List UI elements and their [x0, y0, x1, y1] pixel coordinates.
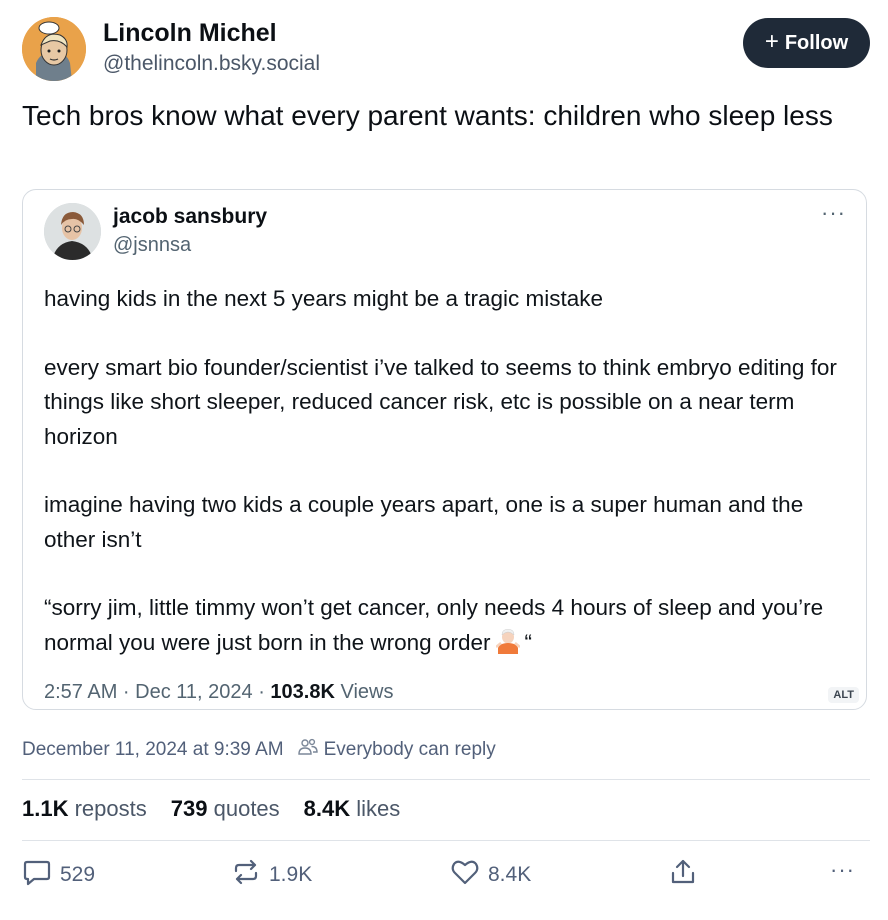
repost-count: 1.9K: [269, 863, 313, 886]
more-options-button[interactable]: ···: [830, 857, 855, 883]
likes-stat[interactable]: 8.4K likes: [304, 796, 401, 822]
reposts-label: reposts: [74, 796, 147, 821]
author-handle[interactable]: @thelincoln.bsky.social: [103, 52, 320, 76]
quoted-post-card[interactable]: jacob sansbury @jsnnsa ··· having kids i…: [22, 189, 867, 710]
action-bar: 529 1.9K 8.4K ···: [22, 857, 870, 897]
quoted-post-timestamp: 2:57 AM · Dec 11, 2024 ·: [44, 681, 271, 703]
quotes-count: 739: [170, 796, 208, 821]
quoted-paragraph: every smart bio founder/scientist i’ve t…: [44, 354, 837, 449]
post-text: Tech bros know what every parent wants: …: [22, 100, 833, 131]
reply-setting-label: Everybody can reply: [323, 739, 496, 760]
likes-label: likes: [356, 796, 401, 821]
plus-icon: +: [764, 28, 779, 55]
share-icon: [668, 857, 698, 893]
views-label: Views: [340, 681, 394, 703]
quoted-more-icon: ···: [821, 200, 846, 225]
author-avatar[interactable]: [22, 17, 86, 81]
more-icon: ···: [830, 857, 855, 882]
follow-label: Follow: [784, 31, 849, 54]
quotes-stat[interactable]: 739 quotes: [171, 796, 280, 822]
post-header: Lincoln Michel @thelincoln.bsky.social +…: [22, 17, 870, 83]
people-icon: [297, 738, 318, 762]
speech-bubble-icon: [22, 857, 52, 893]
quoted-author-name: jacob sansbury: [113, 205, 268, 228]
author-name[interactable]: Lincoln Michel: [103, 19, 277, 48]
reposts-count: 1.1K: [22, 796, 69, 821]
share-button[interactable]: [668, 857, 698, 893]
post-date: December 11, 2024 at 9:39 AM: [22, 739, 284, 760]
views-count: 103.8K: [270, 681, 335, 703]
reply-count: 529: [60, 863, 96, 886]
divider: [22, 779, 870, 780]
post-stats: 1.1K reposts 739 quotes 8.4K likes: [22, 796, 400, 822]
repost-button[interactable]: 1.9K: [231, 857, 312, 893]
reposts-stat[interactable]: 1.1K reposts: [22, 796, 147, 822]
closing-quote-mark: “: [524, 629, 532, 655]
quoted-paragraph: having kids in the next 5 years might be…: [44, 286, 604, 311]
like-button[interactable]: 8.4K: [450, 857, 531, 893]
alt-badge[interactable]: ALT: [828, 687, 859, 703]
quoted-paragraph: imagine having two kids a couple years a…: [44, 492, 804, 552]
repost-arrows-icon: [231, 857, 261, 893]
reply-setting: Everybody can reply: [297, 738, 496, 762]
reply-button[interactable]: 529: [22, 857, 95, 893]
follow-button[interactable]: + Follow: [743, 18, 870, 68]
divider: [22, 840, 870, 841]
quoted-post-body: having kids in the next 5 years might be…: [44, 282, 854, 660]
like-count: 8.4K: [488, 863, 532, 886]
quoted-paragraph-text: “sorry jim, little timmy won’t get cance…: [44, 595, 824, 655]
quoted-paragraph-last: “sorry jim, little timmy won’t get cance…: [44, 591, 854, 660]
quoted-author-avatar: [44, 203, 101, 260]
post-meta-row: December 11, 2024 at 9:39 AM Everybody c…: [22, 738, 496, 762]
heart-icon: [450, 857, 480, 893]
quoted-post-meta: 2:57 AM · Dec 11, 2024 · 103.8K Views: [44, 681, 393, 704]
quotes-label: quotes: [213, 796, 280, 821]
likes-count: 8.4K: [303, 796, 351, 821]
quoted-author-handle: @jsnnsa: [113, 234, 192, 256]
person-shrugging-emoji-icon: [495, 628, 522, 654]
